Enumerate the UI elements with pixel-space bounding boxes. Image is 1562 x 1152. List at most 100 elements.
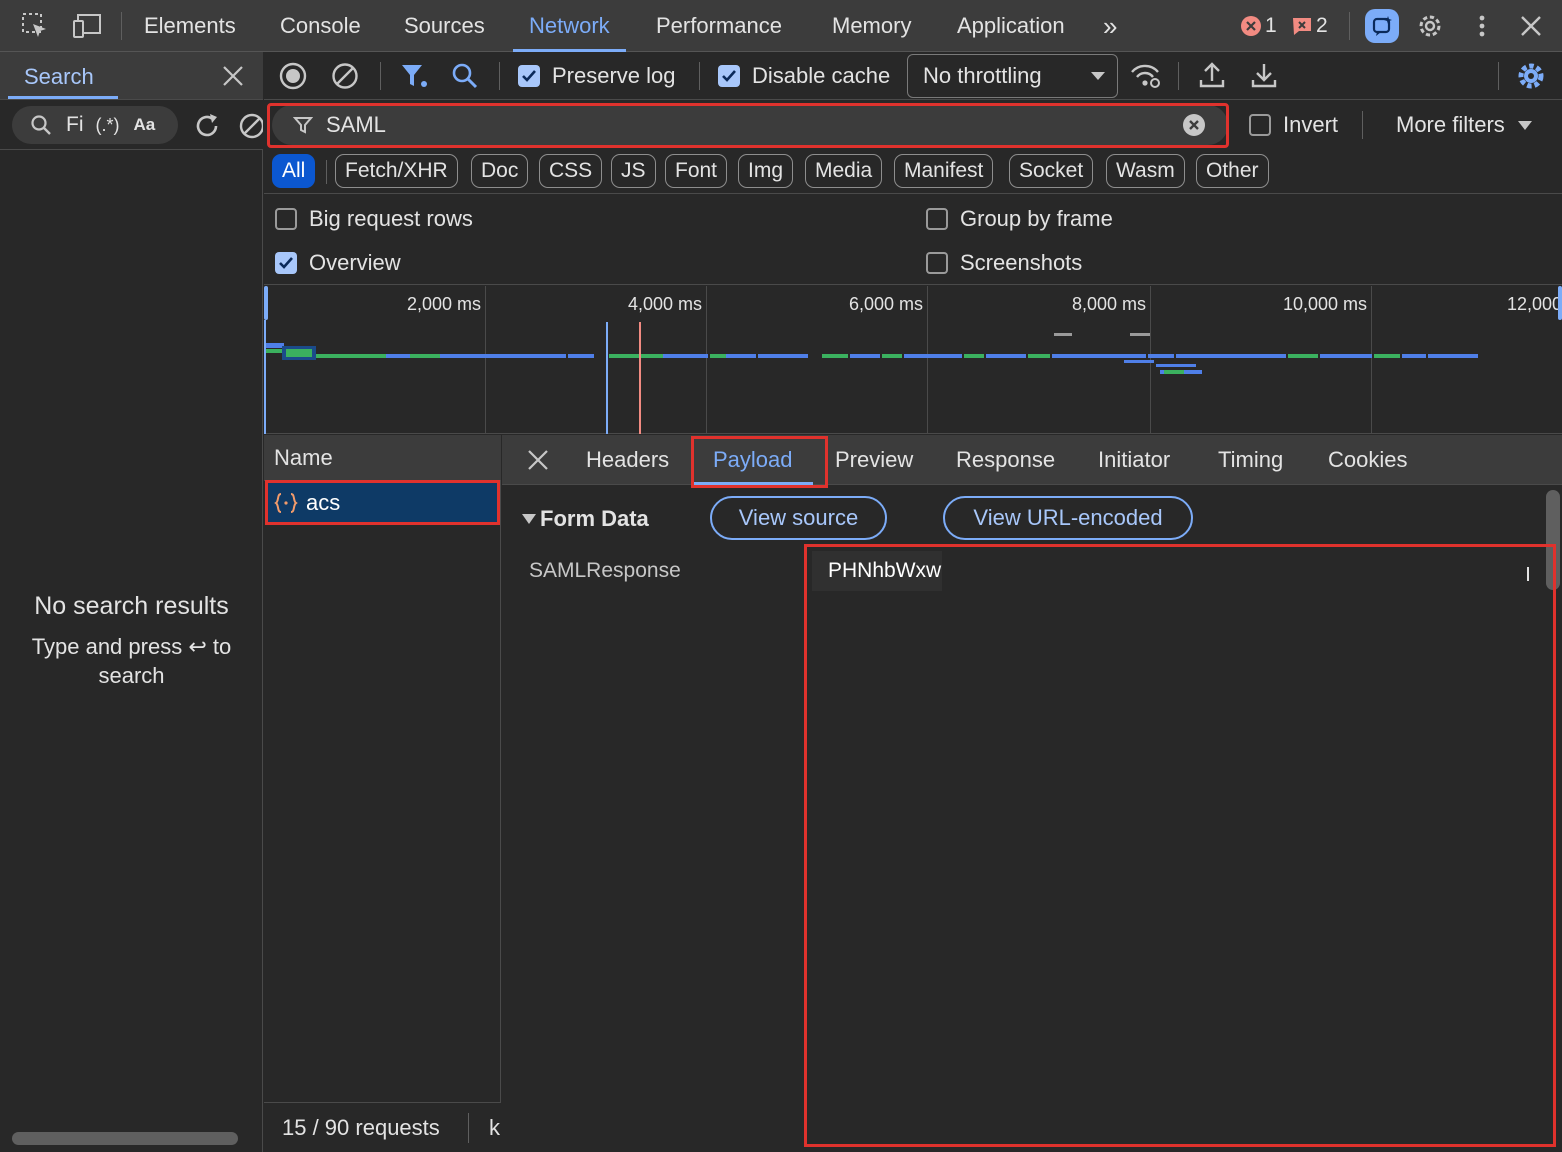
- clear-search-icon[interactable]: [238, 112, 263, 140]
- tab-sources[interactable]: Sources: [404, 0, 485, 52]
- type-filter-fetch-xhr[interactable]: Fetch/XHR: [335, 154, 458, 188]
- tab-initiator[interactable]: Initiator: [1098, 435, 1170, 485]
- more-tabs-chevron-icon[interactable]: »: [1103, 0, 1117, 52]
- search-drawer-title[interactable]: Search: [24, 64, 94, 90]
- tab-headers[interactable]: Headers: [586, 435, 669, 485]
- error-counter[interactable]: 1: [1240, 12, 1277, 40]
- checkbox-unchecked-icon: [926, 252, 948, 274]
- settings-icon[interactable]: [1414, 10, 1446, 42]
- type-filter-media[interactable]: Media: [805, 154, 883, 188]
- dropdown-arrow-icon: [1517, 120, 1532, 130]
- tab-application[interactable]: Application: [957, 0, 1065, 52]
- request-row-acs[interactable]: acs: [266, 483, 499, 523]
- group-by-frame-checkbox[interactable]: Group by frame: [926, 206, 1113, 232]
- big-request-rows-label: Big request rows: [309, 206, 473, 231]
- column-header-name[interactable]: Name: [264, 435, 501, 481]
- divider: [699, 62, 700, 90]
- view-url-encoded-button[interactable]: View URL-encoded: [943, 496, 1193, 540]
- network-settings-icon[interactable]: [1516, 61, 1546, 96]
- regex-toggle[interactable]: (.*): [96, 115, 120, 136]
- dropdown-arrow-icon: [1091, 72, 1105, 80]
- more-vert-icon[interactable]: [1466, 10, 1498, 42]
- ai-assistance-icon[interactable]: [1365, 9, 1399, 43]
- type-filter-img[interactable]: Img: [738, 154, 794, 188]
- checkbox-unchecked-icon: [1249, 114, 1271, 136]
- type-filter-css[interactable]: CSS: [539, 154, 603, 188]
- export-har-icon[interactable]: [1251, 61, 1277, 94]
- tab-payload[interactable]: Payload: [693, 435, 812, 485]
- divider: [1362, 111, 1363, 139]
- search-input[interactable]: Fi (.*) Aa: [12, 106, 178, 144]
- network-overview-timeline[interactable]: 2,000 ms 4,000 ms 6,000 ms 8,000 ms 10,0…: [264, 286, 1562, 434]
- more-filters-dropdown[interactable]: More filters: [1396, 112, 1532, 137]
- preserve-log-checkbox[interactable]: Preserve log: [518, 63, 676, 88]
- import-har-icon[interactable]: [1199, 61, 1225, 94]
- record-icon[interactable]: [279, 62, 307, 95]
- network-conditions-icon[interactable]: [1130, 62, 1162, 95]
- type-filter-wasm[interactable]: Wasm: [1106, 154, 1185, 188]
- tab-console[interactable]: Console: [280, 0, 361, 52]
- tab-cookies[interactable]: Cookies: [1328, 435, 1407, 485]
- checkbox-checked-icon: [718, 65, 740, 87]
- screenshots-label: Screenshots: [960, 250, 1083, 275]
- clear-log-icon[interactable]: [331, 62, 359, 95]
- no-results-hint: Type and press ↩ to search: [31, 634, 232, 688]
- filter-funnel-icon: [293, 117, 313, 134]
- tab-timing[interactable]: Timing: [1218, 435, 1283, 485]
- view-source-button[interactable]: View source: [710, 496, 887, 540]
- issue-counter[interactable]: 2: [1291, 12, 1328, 40]
- request-name: acs: [306, 490, 341, 515]
- filter-icon[interactable]: [400, 62, 430, 95]
- horizontal-scrollbar[interactable]: [12, 1132, 238, 1145]
- type-filter-manifest[interactable]: Manifest: [894, 154, 994, 188]
- search-drawer-header: Search: [0, 52, 263, 100]
- divider: [468, 1113, 469, 1143]
- tab-network[interactable]: Network: [513, 0, 626, 52]
- filter-input[interactable]: SAML: [272, 105, 1228, 145]
- text-cursor: [1527, 567, 1529, 581]
- form-data-section-toggle[interactable]: Form Data: [522, 505, 649, 533]
- search-icon: [31, 115, 51, 135]
- tab-response[interactable]: Response: [956, 435, 1055, 485]
- disable-cache-checkbox[interactable]: Disable cache: [718, 63, 890, 88]
- match-case-toggle[interactable]: Aa: [134, 115, 156, 135]
- divider: [1349, 12, 1350, 40]
- overview-checkbox[interactable]: Overview: [275, 250, 401, 276]
- search-tab-underline: [8, 96, 118, 99]
- search-network-icon[interactable]: [451, 62, 479, 95]
- form-data-title: Form Data: [540, 506, 649, 531]
- divider: [499, 62, 500, 90]
- type-filter-font[interactable]: Font: [665, 154, 728, 188]
- close-devtools-icon[interactable]: [1515, 10, 1547, 42]
- type-filter-other[interactable]: Other: [1196, 154, 1269, 188]
- close-search-icon[interactable]: [222, 65, 244, 92]
- tab-performance[interactable]: Performance: [656, 0, 782, 52]
- device-toolbar-icon[interactable]: [71, 10, 103, 42]
- type-filter-js[interactable]: JS: [611, 154, 656, 188]
- throttling-select[interactable]: No throttling: [907, 54, 1118, 98]
- type-filter-socket[interactable]: Socket: [1009, 154, 1094, 188]
- type-filter-doc[interactable]: Doc: [471, 154, 529, 188]
- tab-memory[interactable]: Memory: [832, 0, 911, 52]
- group-by-frame-label: Group by frame: [960, 206, 1113, 231]
- invert-checkbox[interactable]: Invert: [1249, 112, 1338, 137]
- error-icon: [1241, 16, 1261, 36]
- screenshots-checkbox[interactable]: Screenshots: [926, 250, 1082, 276]
- inspect-element-icon[interactable]: [19, 10, 51, 42]
- clear-filter-icon[interactable]: [1182, 113, 1206, 137]
- refresh-icon[interactable]: [193, 112, 221, 145]
- close-details-icon[interactable]: [527, 449, 549, 476]
- type-filter-all[interactable]: All: [272, 154, 316, 188]
- divider: [326, 160, 327, 184]
- request-summary-bar: 15 / 90 requests k: [264, 1102, 501, 1152]
- tab-elements[interactable]: Elements: [144, 0, 236, 52]
- transfer-summary: k: [489, 1114, 500, 1140]
- big-request-rows-checkbox[interactable]: Big request rows: [275, 206, 473, 232]
- network-settings-pane: Big request rows Group by frame Overview…: [264, 195, 1562, 285]
- more-filters-label: More filters: [1396, 112, 1505, 137]
- details-scrollbar[interactable]: [1546, 490, 1560, 590]
- collapse-triangle-icon: [522, 514, 536, 524]
- form-field-value[interactable]: PHNhbWxw: [828, 559, 941, 583]
- tab-preview[interactable]: Preview: [835, 435, 913, 485]
- divider: [121, 12, 122, 40]
